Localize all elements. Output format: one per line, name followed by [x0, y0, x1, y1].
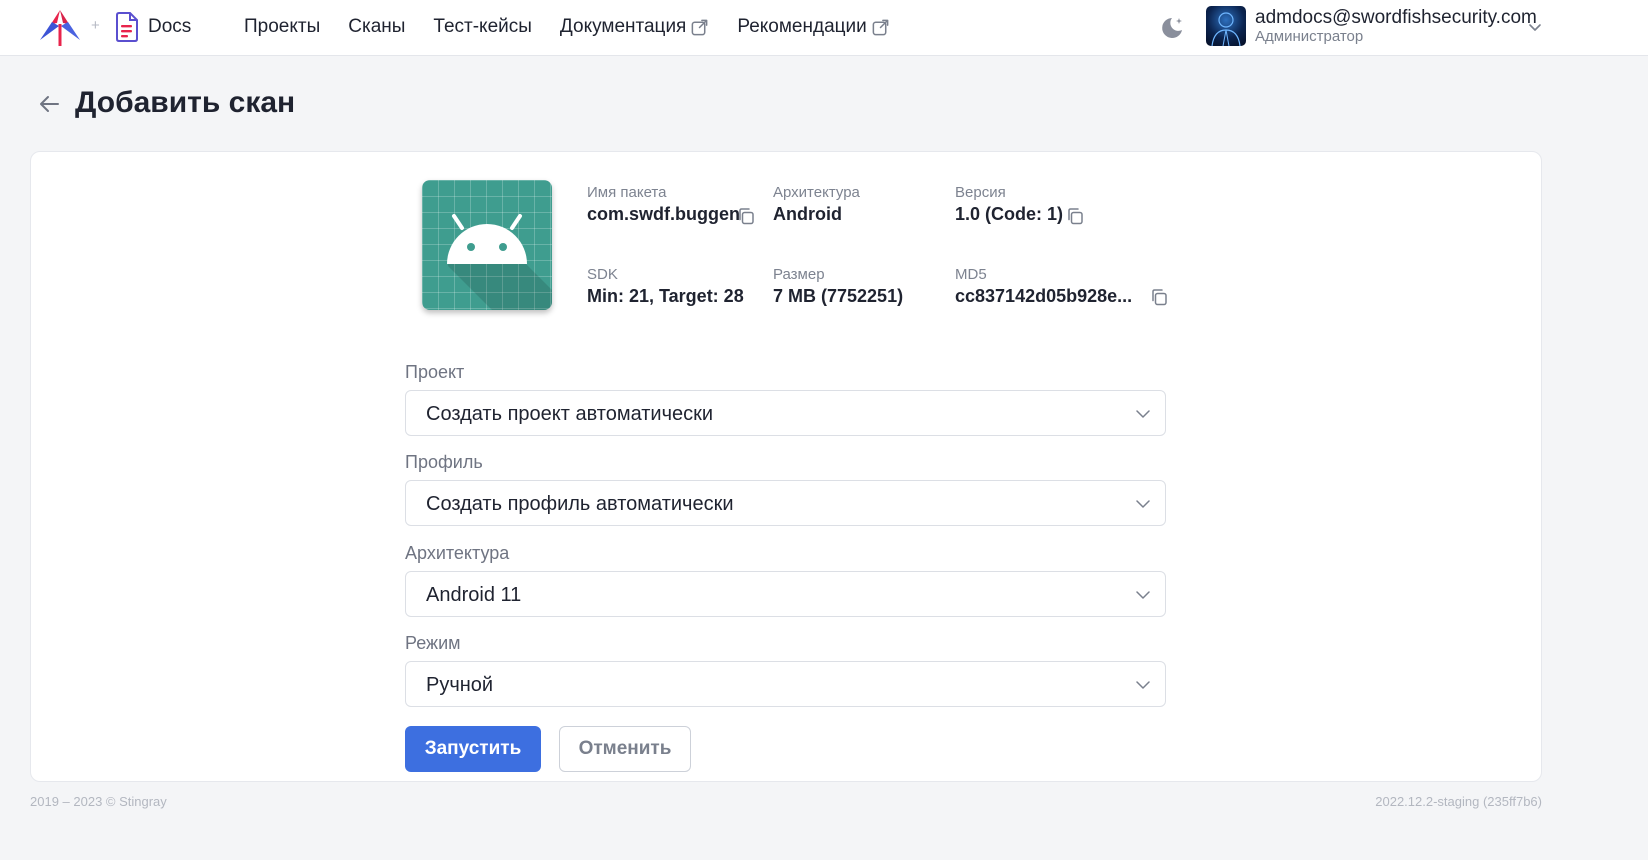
package-name-label: Имя пакета [587, 184, 667, 201]
chevron-down-icon [1136, 500, 1150, 508]
cancel-button[interactable]: Отменить [559, 726, 691, 772]
chevron-down-icon [1136, 681, 1150, 689]
copy-icon[interactable] [1150, 288, 1168, 306]
chevron-down-icon [1136, 591, 1150, 599]
project-field-label: Проект [405, 362, 465, 382]
package-name-value: com.swdf.buggen [587, 204, 740, 224]
md5-label: MD5 [955, 266, 987, 283]
project-select[interactable]: Создать проект автоматически [405, 390, 1166, 436]
version-label: Версия [955, 184, 1006, 201]
avatar-person-icon [1211, 12, 1241, 46]
external-link-icon [872, 19, 889, 35]
nav-item-label: Рекомендации [737, 16, 867, 37]
size-value: 7 MB (7752251) [773, 286, 904, 306]
sdk-label: SDK [587, 266, 618, 283]
theme-toggle-moon-icon[interactable] [1158, 14, 1186, 42]
nav-item-documentation[interactable]: Документация [560, 16, 709, 38]
app-icon [422, 180, 552, 310]
plus-separator: + [91, 17, 100, 34]
architecture-label: Архитектура [773, 184, 860, 201]
page-title: Добавить скан [75, 86, 296, 119]
sdk-value: Min: 21, Target: 28 [587, 286, 744, 306]
architecture-select-value: Android 11 [426, 584, 522, 606]
stingray-logo[interactable] [38, 6, 82, 50]
profile-field-label: Профиль [405, 452, 483, 472]
chevron-down-icon [1136, 410, 1150, 418]
nav-item-scans[interactable]: Сканы [348, 16, 405, 38]
md5-value: cc837142d05b928e... [955, 286, 1133, 306]
back-arrow-icon[interactable] [38, 94, 60, 114]
start-button[interactable]: Запустить [405, 726, 541, 772]
profile-select[interactable]: Создать профиль автоматически [405, 480, 1166, 526]
mode-select-value: Ручной [426, 674, 494, 696]
nav-item-label: Тест-кейсы [433, 16, 532, 37]
nav-item-test-cases[interactable]: Тест-кейсы [433, 16, 532, 38]
nav-item-label: Проекты [244, 16, 321, 37]
mode-field-label: Режим [405, 633, 461, 653]
android-icon [447, 214, 552, 310]
nav-item-label: Документация [559, 16, 687, 37]
profile-select-value: Создать профиль автоматически [426, 493, 734, 515]
nav-item-recommendations[interactable]: Рекомендации [737, 16, 889, 38]
docs-icon[interactable] [115, 12, 139, 42]
architecture-field-label: Архитектура [405, 543, 510, 563]
external-link-icon [691, 19, 708, 35]
architecture-value: Android [773, 204, 842, 224]
project-select-value: Создать проект автоматически [426, 403, 714, 425]
footer-build-version: 2022.12.2-staging (235ff7b6) [1375, 794, 1542, 809]
docs-label[interactable]: Docs [148, 16, 191, 38]
user-email[interactable]: admdocs@swordfishsecurity.com [1255, 7, 1537, 29]
copy-icon[interactable] [737, 207, 755, 225]
avatar[interactable] [1206, 6, 1246, 46]
user-role: Администратор [1255, 28, 1364, 45]
main-nav: Проекты Сканы Тест-кейсы Документация Ре… [244, 16, 890, 38]
size-label: Размер [773, 266, 825, 283]
chevron-down-icon[interactable] [1527, 19, 1543, 35]
architecture-select[interactable]: Android 11 [405, 571, 1166, 617]
nav-item-projects[interactable]: Проекты [244, 16, 320, 38]
copy-icon[interactable] [1066, 207, 1084, 225]
version-value: 1.0 (Code: 1) [955, 204, 1064, 224]
footer-copyright: 2019 – 2023 © Stingray [30, 794, 167, 809]
top-bar: + Docs Проекты Сканы Тест-кейсы Документ… [0, 0, 1648, 56]
mode-select[interactable]: Ручной [405, 661, 1166, 707]
nav-item-label: Сканы [348, 16, 406, 37]
